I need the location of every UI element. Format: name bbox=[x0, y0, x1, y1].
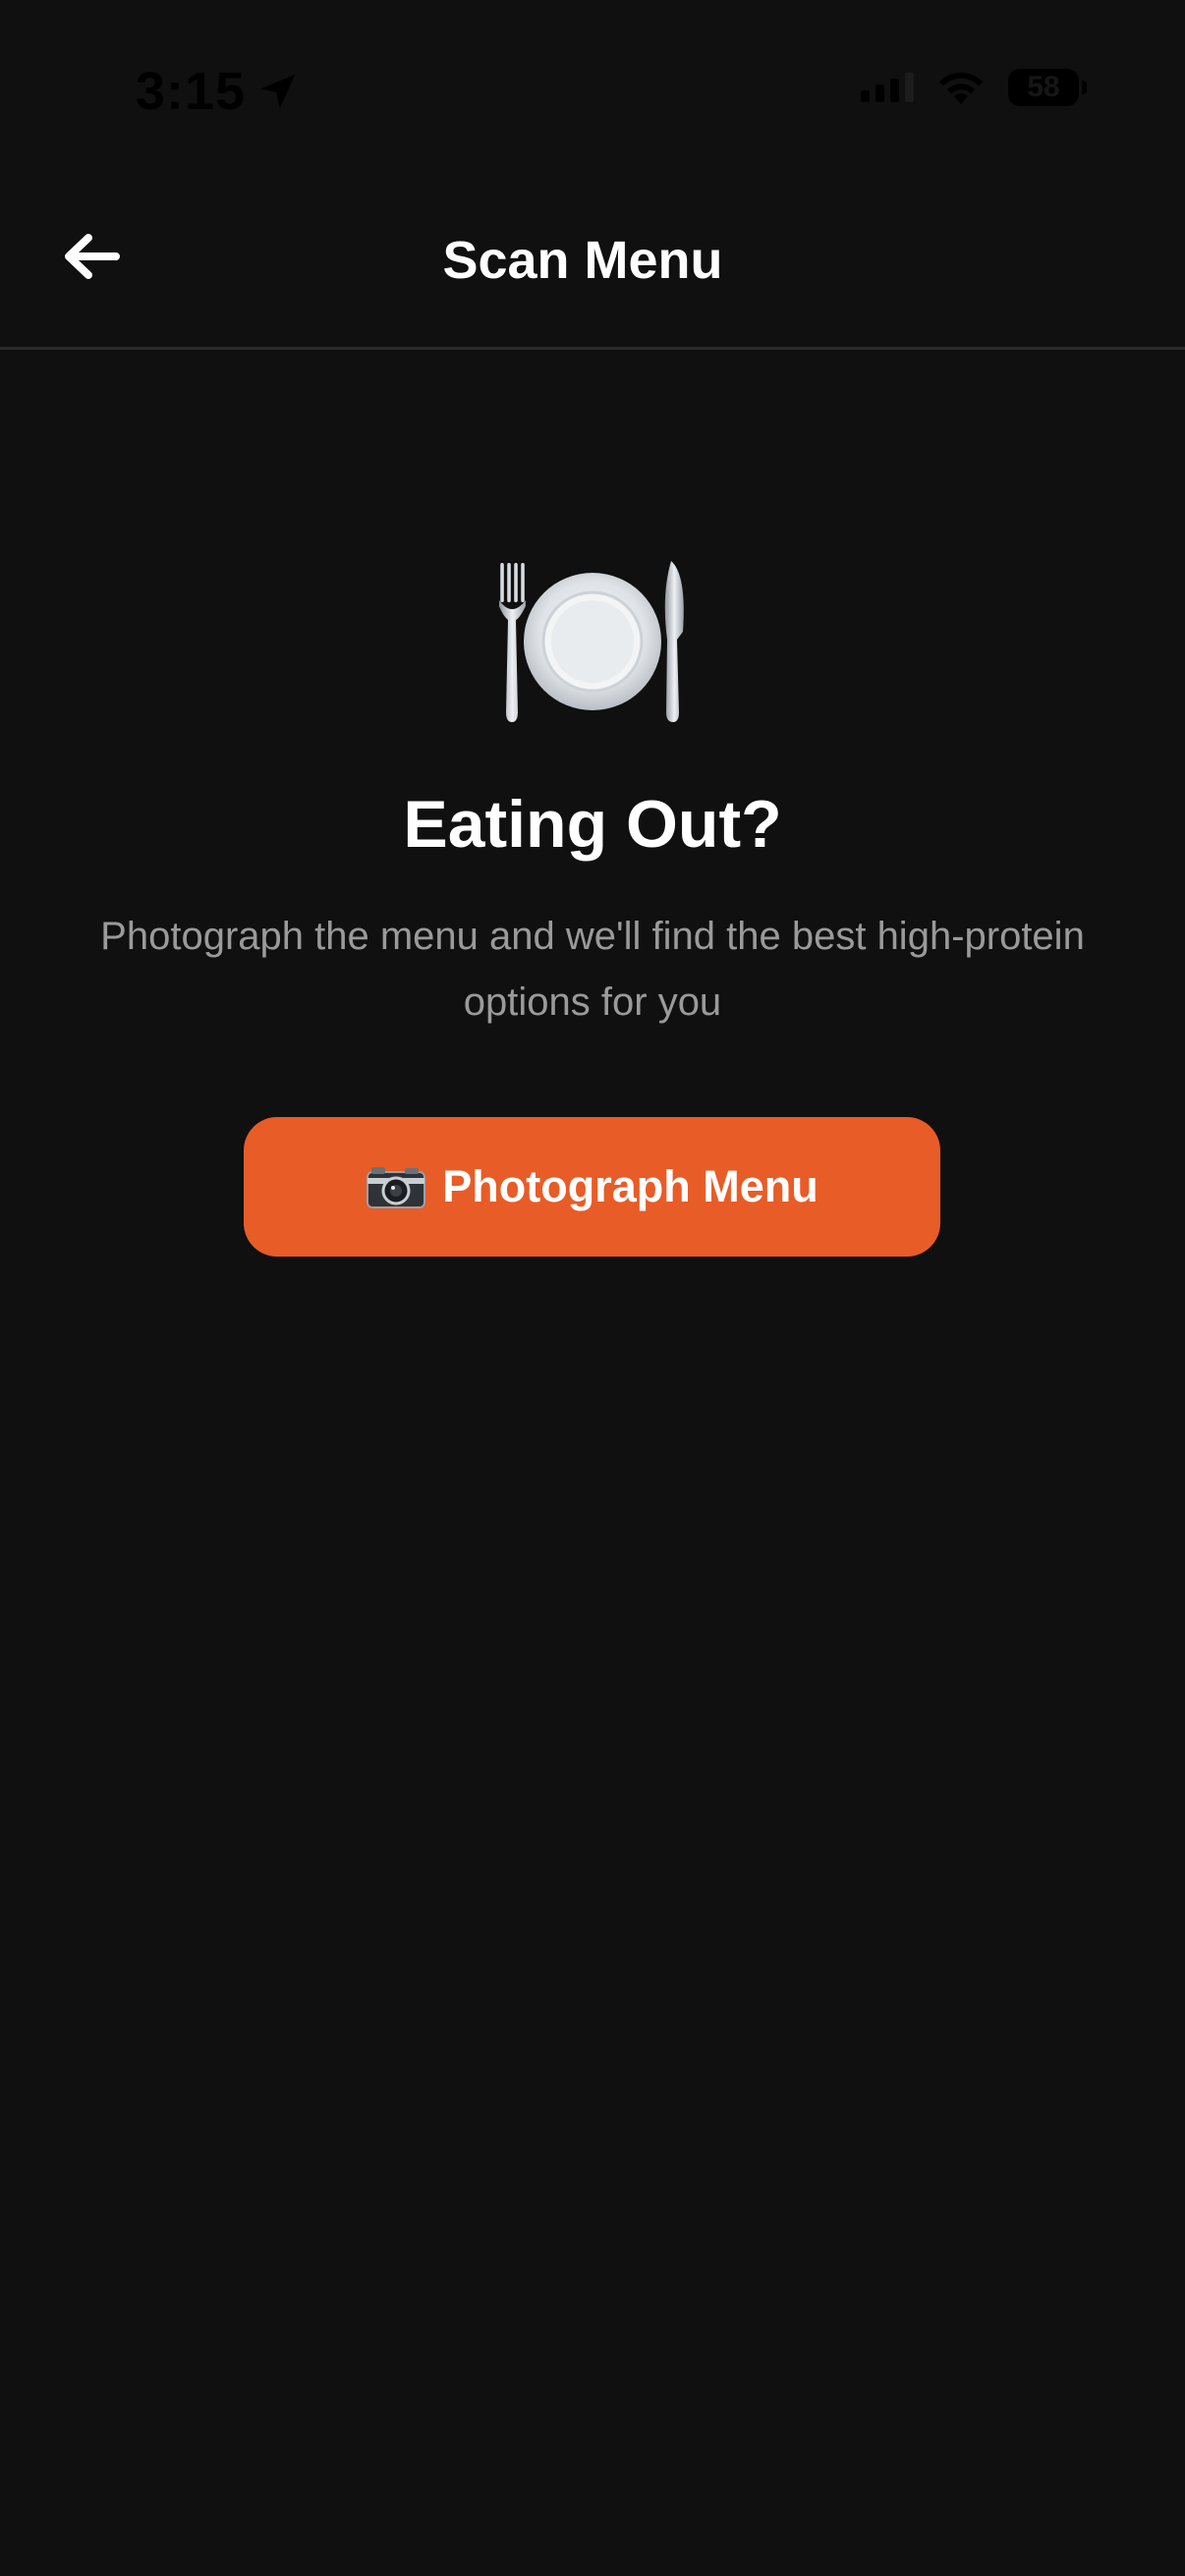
status-bar: 3:15 58 bbox=[0, 0, 1185, 187]
status-indicators: 58 bbox=[861, 69, 1087, 106]
camera-icon bbox=[367, 1167, 426, 1208]
battery-icon: 58 bbox=[1008, 69, 1087, 106]
cellular-signal-icon bbox=[861, 73, 914, 102]
hero-title: Eating Out? bbox=[403, 787, 782, 862]
scan-menu-screen: 3:15 58 Scan Menu Eating Out? Photograph… bbox=[0, 0, 1185, 2576]
battery-level: 58 bbox=[1027, 71, 1060, 103]
hero-subtitle: Photograph the menu and we'll find the b… bbox=[100, 915, 1085, 1024]
photograph-menu-button[interactable]: Photograph Menu bbox=[244, 1117, 940, 1257]
status-time-group: 3:15 bbox=[136, 61, 301, 122]
location-arrow-icon bbox=[260, 74, 296, 109]
page-title: Scan Menu bbox=[442, 231, 723, 290]
wifi-icon bbox=[939, 72, 983, 104]
photograph-menu-label: Photograph Menu bbox=[442, 1161, 818, 1211]
nav-header: Scan Menu bbox=[0, 187, 1185, 350]
status-time: 3:15 bbox=[136, 62, 247, 121]
fork-knife-plate-icon bbox=[499, 561, 684, 722]
